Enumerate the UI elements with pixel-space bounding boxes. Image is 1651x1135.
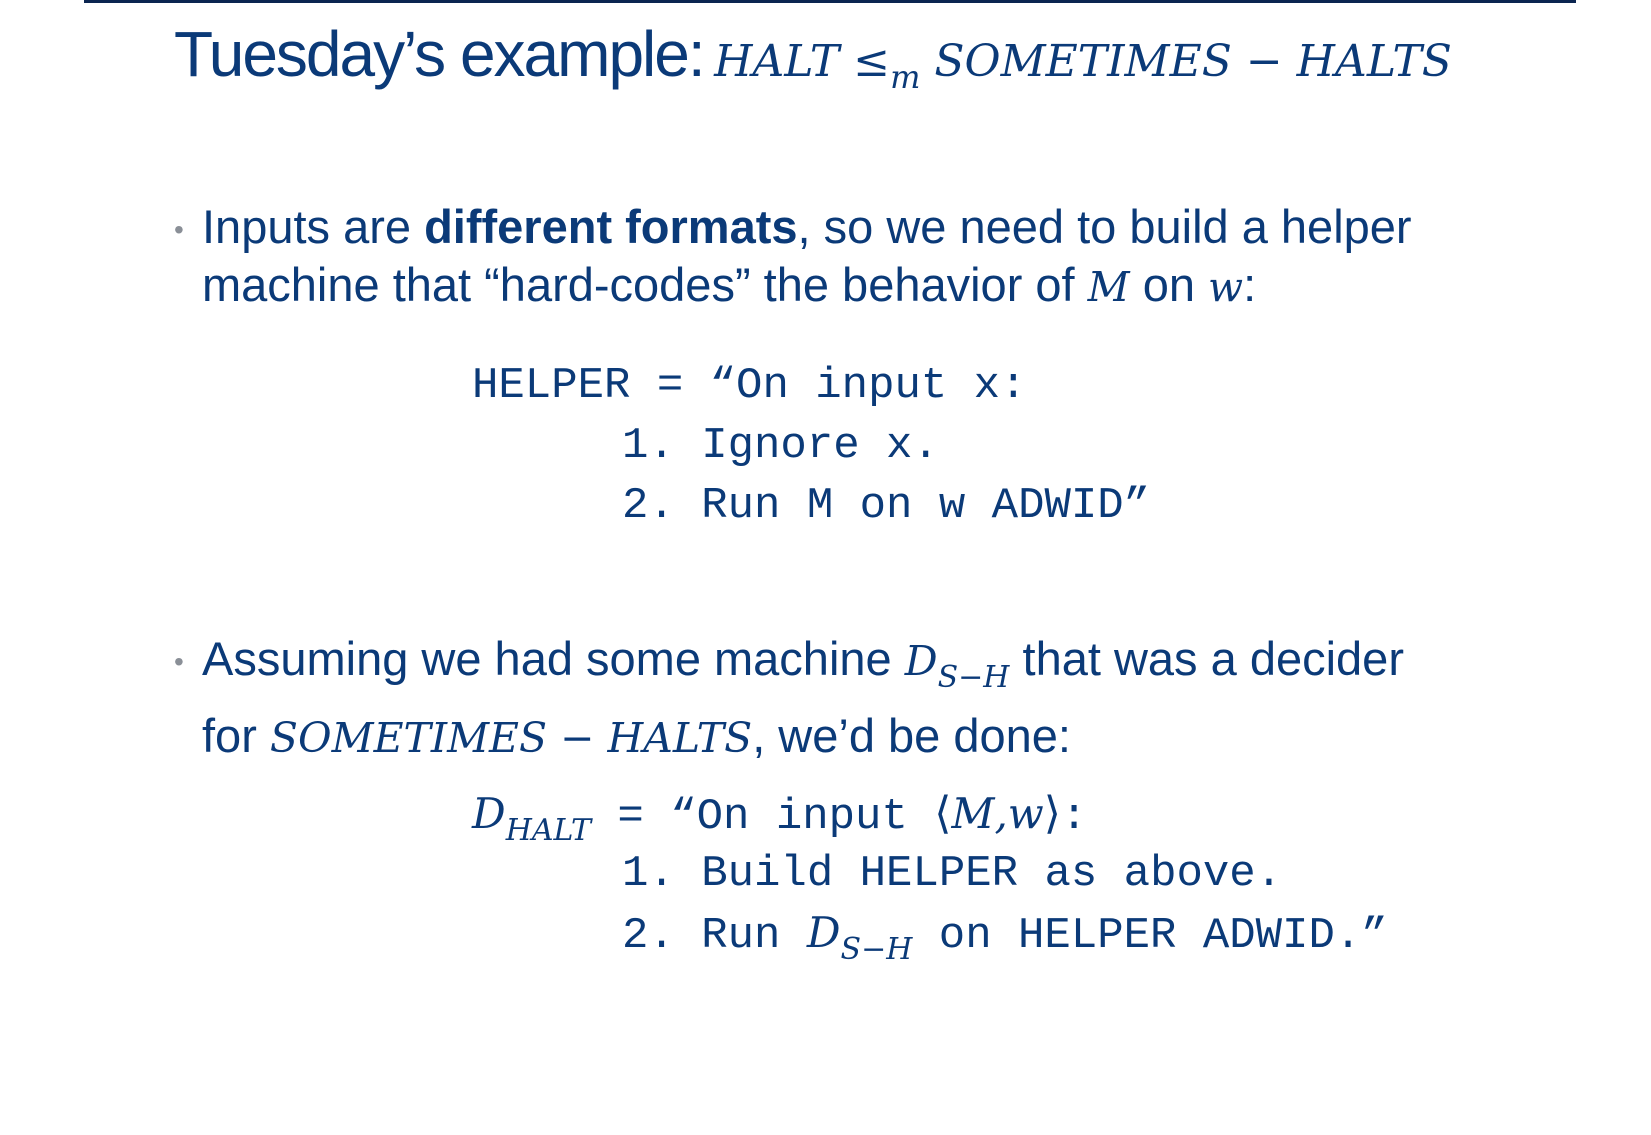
title-math-subscript: m bbox=[890, 58, 921, 96]
bullet-2-line-1-post: that was a decider bbox=[1009, 632, 1404, 685]
math-subscript-S-H: S−H bbox=[937, 660, 1010, 695]
title-math: HALT ≤m SOMETIMES − HALTS bbox=[714, 36, 1452, 94]
math-sometimes-halts: SOMETIMES − HALTS bbox=[269, 714, 753, 762]
math-subscript-HALT: HALT bbox=[505, 813, 591, 848]
title-math-left: HALT ≤ bbox=[714, 36, 891, 87]
math-D-S-H: DS−H bbox=[806, 908, 913, 965]
dhalt-line-2-post: on HELPER ADWID.” bbox=[912, 911, 1388, 961]
dhalt-line-2: 2. Run DS−H on HELPER ADWID.” bbox=[622, 912, 1388, 965]
bullet-2-line-2: for SOMETIMES − HALTS, we’d be done: bbox=[202, 707, 1404, 767]
bullet-2-line-1: Assuming we had some machine DS−H that w… bbox=[202, 630, 1404, 707]
dhalt-line-0-mid: = “On input bbox=[591, 792, 935, 842]
math-D: D bbox=[806, 908, 841, 957]
bullet-2-line-2-post: , we’d be done: bbox=[752, 709, 1071, 762]
slide-title: Tuesday’s example: HALT ≤m SOMETIMES − H… bbox=[174, 22, 1452, 93]
bullet-1-line-2-pre: machine that “hard-codes” the behavior o… bbox=[202, 258, 1088, 311]
angle-close: ⟩ bbox=[1043, 788, 1061, 839]
angle-open: ⟨ bbox=[934, 788, 952, 839]
top-rule bbox=[84, 0, 1576, 3]
dhalt-line-0-post: : bbox=[1060, 792, 1088, 842]
math-D: D bbox=[904, 637, 938, 685]
bullet-1-line-2: machine that “hard-codes” the behavior o… bbox=[202, 256, 1412, 316]
bullet-1-text: Inputs are different formats, so we need… bbox=[202, 198, 1412, 316]
title-math-right: SOMETIMES − HALTS bbox=[934, 36, 1452, 87]
bullet-1-line-2-post: : bbox=[1243, 258, 1257, 311]
math-w: w bbox=[1208, 263, 1244, 311]
helper-line-1: 1. Ignore x. bbox=[622, 421, 939, 471]
math-subscript-S-H: S−H bbox=[840, 932, 913, 967]
math-D: D bbox=[472, 789, 506, 838]
dhalt-line-0: DHALT = “On input ⟨M,w⟩: bbox=[472, 792, 1087, 846]
bullet-2-line-2-pre: for bbox=[202, 709, 270, 762]
helper-line-0: HELPER = “On input x: bbox=[472, 361, 1027, 411]
bullet-2-line-1-pre: Assuming we had some machine bbox=[202, 632, 905, 685]
math-D-HALT: DHALT bbox=[472, 789, 591, 846]
bullet-1-line-1: Inputs are different formats, so we need… bbox=[202, 198, 1412, 256]
math-D-S-H: DS−H bbox=[904, 637, 1010, 695]
bullet-1-bold-phrase: different formats bbox=[424, 200, 798, 253]
dhalt-line-1: 1. Build HELPER as above. bbox=[622, 849, 1283, 899]
math-M: M bbox=[1087, 263, 1130, 311]
bullet-2-text: Assuming we had some machine DS−H that w… bbox=[202, 630, 1404, 767]
bullet-dot-icon: • bbox=[174, 214, 184, 245]
math-M-w: M,w bbox=[951, 789, 1044, 838]
dhalt-line-2-pre: 2. Run bbox=[622, 911, 807, 961]
helper-line-2: 2. Run M on w ADWID” bbox=[622, 481, 1151, 531]
title-text: Tuesday’s example: bbox=[174, 18, 706, 90]
bullet-1-line-2-mid: on bbox=[1129, 258, 1209, 311]
bullet-1-line-1-post: , so we need to build a helper bbox=[797, 200, 1412, 253]
bullet-dot-icon: • bbox=[174, 646, 184, 677]
bullet-1-line-1-pre: Inputs are bbox=[202, 200, 425, 253]
